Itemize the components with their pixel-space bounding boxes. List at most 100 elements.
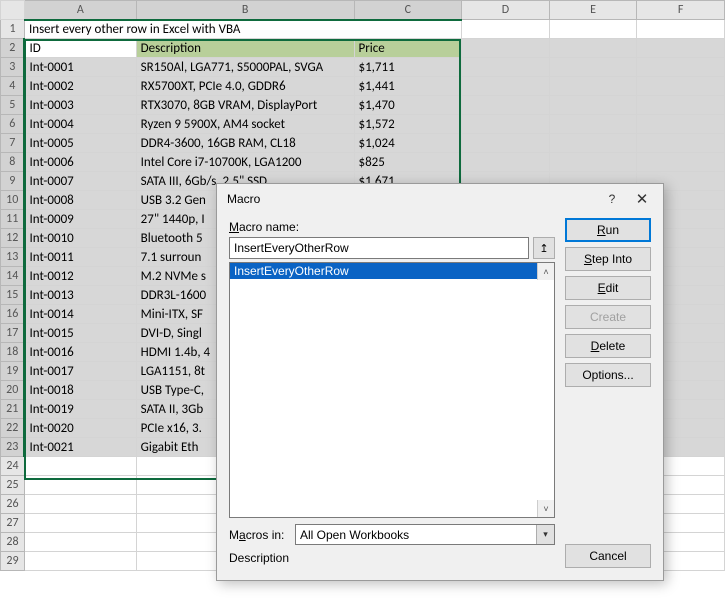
row-header[interactable]: 10: [1, 191, 25, 210]
row-header[interactable]: 19: [1, 362, 25, 381]
table-row[interactable]: 3Int-0001SR150Al, LGA771, S5000PAL, SVGA…: [1, 58, 725, 77]
row-header[interactable]: 20: [1, 381, 25, 400]
step-into-button[interactable]: Step Into: [565, 247, 651, 271]
range-picker-button[interactable]: ↥: [533, 237, 555, 259]
row-header[interactable]: 1: [1, 20, 25, 39]
cell-id[interactable]: Int-0009: [24, 210, 136, 229]
row-header[interactable]: 3: [1, 58, 25, 77]
row-header[interactable]: 11: [1, 210, 25, 229]
cell-id[interactable]: Int-0020: [24, 419, 136, 438]
header-desc[interactable]: Description: [136, 39, 354, 58]
cell-desc[interactable]: RTX3070, 8GB VRAM, DisplayPort: [136, 96, 354, 115]
col-header-d[interactable]: D: [462, 1, 550, 20]
table-row[interactable]: 4Int-0002RX5700XT, PCIe 4.0, GDDR6$1,441: [1, 77, 725, 96]
cell-id[interactable]: Int-0018: [24, 381, 136, 400]
row-header[interactable]: 18: [1, 343, 25, 362]
cell-id[interactable]: Int-0012: [24, 267, 136, 286]
cancel-button[interactable]: Cancel: [565, 544, 651, 568]
row-header[interactable]: 15: [1, 286, 25, 305]
edit-button[interactable]: Edit: [565, 276, 651, 300]
table-row[interactable]: 8Int-0006Intel Core i7-10700K, LGA1200$8…: [1, 153, 725, 172]
cell-id[interactable]: Int-0010: [24, 229, 136, 248]
cell-id[interactable]: Int-0007: [24, 172, 136, 191]
cell-desc[interactable]: Ryzen 9 5900X, AM4 socket: [136, 115, 354, 134]
help-button[interactable]: ?: [597, 188, 627, 210]
cell-desc[interactable]: DDR4-3600, 16GB RAM, CL18: [136, 134, 354, 153]
create-button: Create: [565, 305, 651, 329]
row-header[interactable]: 8: [1, 153, 25, 172]
row-header[interactable]: 16: [1, 305, 25, 324]
col-header-a[interactable]: A: [24, 1, 136, 20]
macros-in-combo[interactable]: All Open Workbooks ▾: [295, 524, 555, 545]
macros-in-label: Macros in:: [229, 528, 295, 542]
cell-desc[interactable]: SR150Al, LGA771, S5000PAL, SVGA: [136, 58, 354, 77]
cell-id[interactable]: Int-0013: [24, 286, 136, 305]
row-header[interactable]: 27: [1, 514, 25, 533]
row-header[interactable]: 29: [1, 552, 25, 571]
row-header[interactable]: 17: [1, 324, 25, 343]
row-header[interactable]: 6: [1, 115, 25, 134]
scroll-down-button[interactable]: ˅: [537, 500, 554, 517]
row-header[interactable]: 26: [1, 495, 25, 514]
cell-id[interactable]: Int-0021: [24, 438, 136, 457]
select-all-corner[interactable]: [1, 1, 25, 20]
row-header[interactable]: 25: [1, 476, 25, 495]
col-header-b[interactable]: B: [136, 1, 354, 20]
cell-price[interactable]: $825: [354, 153, 462, 172]
cell-price[interactable]: $1,572: [354, 115, 462, 134]
cell-id[interactable]: Int-0015: [24, 324, 136, 343]
row-header[interactable]: 21: [1, 400, 25, 419]
cell-desc[interactable]: Intel Core i7-10700K, LGA1200: [136, 153, 354, 172]
cell-id[interactable]: Int-0019: [24, 400, 136, 419]
table-row[interactable]: 6Int-0004Ryzen 9 5900X, AM4 socket$1,572: [1, 115, 725, 134]
cell-id[interactable]: Int-0016: [24, 343, 136, 362]
chevron-up-icon: ˄: [543, 267, 548, 277]
row-header[interactable]: 9: [1, 172, 25, 191]
row-header[interactable]: 4: [1, 77, 25, 96]
cell-id[interactable]: Int-0001: [24, 58, 136, 77]
description-label: Description: [229, 551, 555, 565]
cell-price[interactable]: $1,711: [354, 58, 462, 77]
cell-price[interactable]: $1,024: [354, 134, 462, 153]
header-id[interactable]: ID: [24, 39, 136, 58]
row-header[interactable]: 14: [1, 267, 25, 286]
col-header-c[interactable]: C: [354, 1, 462, 20]
col-header-f[interactable]: F: [637, 1, 725, 20]
dialog-titlebar[interactable]: Macro ? ✕: [217, 184, 663, 214]
table-row[interactable]: 7Int-0005DDR4-3600, 16GB RAM, CL18$1,024: [1, 134, 725, 153]
header-price[interactable]: Price: [354, 39, 462, 58]
cell-id[interactable]: Int-0004: [24, 115, 136, 134]
cell-id[interactable]: Int-0002: [24, 77, 136, 96]
cell-id[interactable]: Int-0008: [24, 191, 136, 210]
table-row[interactable]: 5Int-0003RTX3070, 8GB VRAM, DisplayPort$…: [1, 96, 725, 115]
run-button[interactable]: Run: [565, 218, 651, 242]
row-header[interactable]: 5: [1, 96, 25, 115]
row-header[interactable]: 12: [1, 229, 25, 248]
cell-id[interactable]: Int-0011: [24, 248, 136, 267]
cell-id[interactable]: Int-0005: [24, 134, 136, 153]
cell-price[interactable]: $1,470: [354, 96, 462, 115]
row-header[interactable]: 24: [1, 457, 25, 476]
row-header[interactable]: 13: [1, 248, 25, 267]
scroll-up-button[interactable]: ˄: [537, 263, 554, 280]
question-icon: ?: [609, 192, 616, 206]
macro-name-input[interactable]: [229, 237, 529, 259]
cell-id[interactable]: Int-0006: [24, 153, 136, 172]
row-header[interactable]: 22: [1, 419, 25, 438]
close-button[interactable]: ✕: [627, 188, 657, 210]
cell-id[interactable]: Int-0003: [24, 96, 136, 115]
delete-button[interactable]: Delete: [565, 334, 651, 358]
options-button[interactable]: Options...: [565, 363, 651, 387]
row-header[interactable]: 2: [1, 39, 25, 58]
cell-id[interactable]: Int-0017: [24, 362, 136, 381]
row-header[interactable]: 23: [1, 438, 25, 457]
macro-listbox[interactable]: InsertEveryOtherRow ˄ ˅: [229, 262, 555, 518]
col-header-e[interactable]: E: [549, 1, 637, 20]
macro-list-item[interactable]: InsertEveryOtherRow: [230, 263, 554, 279]
cell-id[interactable]: Int-0014: [24, 305, 136, 324]
cell-desc[interactable]: RX5700XT, PCIe 4.0, GDDR6: [136, 77, 354, 96]
row-header[interactable]: 28: [1, 533, 25, 552]
cell-price[interactable]: $1,441: [354, 77, 462, 96]
title-cell[interactable]: Insert every other row in Excel with VBA: [24, 20, 461, 39]
row-header[interactable]: 7: [1, 134, 25, 153]
